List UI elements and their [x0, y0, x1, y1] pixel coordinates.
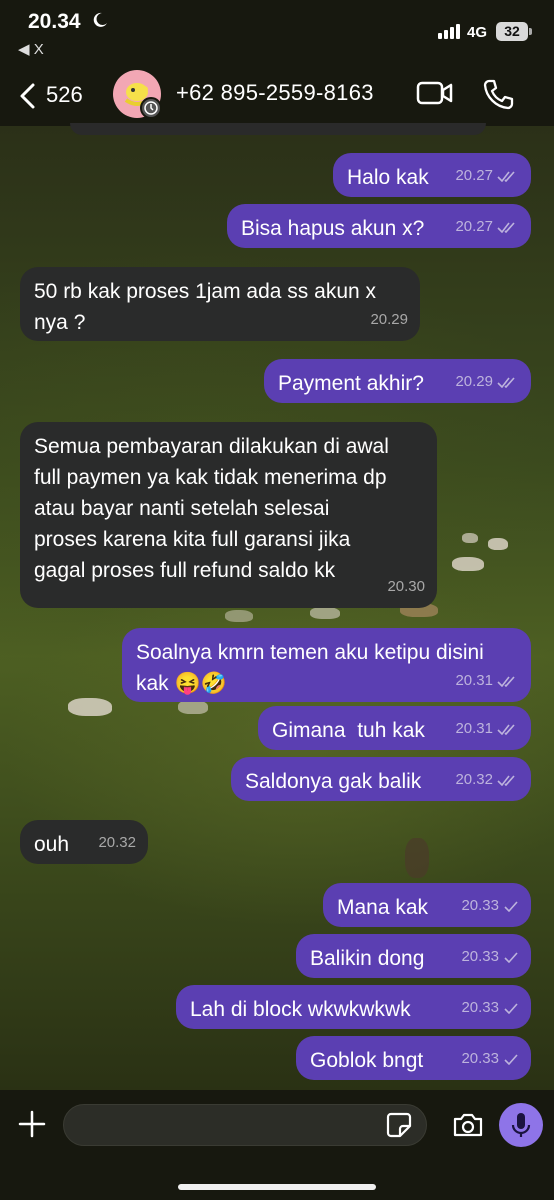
outgoing-message-bubble[interactable]: Gimana tuh kak 20.31	[258, 706, 531, 750]
message-time: 20.33	[461, 999, 499, 1016]
message-input[interactable]	[63, 1104, 427, 1146]
incoming-message-bubble[interactable]: 50 rb kak proses 1jam ada ss akun x nya …	[20, 267, 420, 341]
mic-button[interactable]	[499, 1103, 543, 1147]
double-check-icon	[497, 221, 515, 233]
contact-name[interactable]: +62 895-2559-8163	[176, 80, 374, 106]
sticker-icon[interactable]	[386, 1112, 412, 1138]
outgoing-message-bubble[interactable]: Saldonya gak balik 20.32	[231, 757, 531, 801]
signal-icon	[438, 24, 460, 39]
battery-icon: 32	[496, 22, 528, 41]
message-meta: 20.33	[461, 992, 519, 1023]
message-time: 20.29	[370, 311, 408, 328]
incoming-message-bubble[interactable]: ouh 20.32	[20, 820, 148, 864]
message-meta: 20.32	[455, 764, 519, 795]
outgoing-message-bubble[interactable]: Payment akhir? 20.29	[264, 359, 531, 403]
outgoing-message-bubble[interactable]: Mana kak 20.33	[323, 883, 531, 927]
message-meta: 20.30	[387, 571, 425, 602]
message-meta: 20.27	[455, 160, 519, 191]
network-type: 4G	[467, 24, 488, 41]
outgoing-message-bubble[interactable]: Soalnya kmrn temen aku ketipu disini kak…	[122, 628, 531, 702]
video-call-icon[interactable]	[416, 80, 454, 106]
check-icon	[504, 1053, 518, 1065]
outgoing-message-bubble[interactable]: Goblok bngt 20.33	[296, 1036, 531, 1080]
back-to-app-link[interactable]: ◀ X	[18, 40, 44, 58]
message-time: 20.27	[455, 167, 493, 184]
unread-count[interactable]: 526	[46, 82, 83, 108]
message-meta: 20.33	[461, 1043, 519, 1074]
message-time: 20.32	[98, 834, 136, 851]
home-indicator	[178, 1184, 376, 1190]
check-icon	[504, 1002, 518, 1014]
moon-icon	[93, 12, 107, 27]
double-check-icon	[497, 723, 515, 735]
message-time: 20.33	[461, 897, 499, 914]
chat-header: 526 +62 895-2559-8163	[0, 60, 554, 126]
message-meta: 20.29	[370, 304, 408, 335]
message-time: 20.32	[455, 771, 493, 788]
message-time: 20.31	[455, 720, 493, 737]
outgoing-message-bubble[interactable]: Lah di block wkwkwkwk 20.33	[176, 985, 531, 1029]
message-time: 20.27	[455, 218, 493, 235]
battery-tip	[529, 28, 532, 35]
message-list[interactable]: Halo kak 20.27 Bisa hapus akun x? 20.27 50 r…	[0, 123, 554, 1090]
back-chevron-icon[interactable]	[18, 82, 36, 110]
message-time: 20.29	[455, 373, 493, 390]
microphone-icon	[511, 1113, 531, 1137]
message-meta: 20.33	[461, 890, 519, 921]
message-meta: 20.31	[455, 665, 519, 696]
message-meta: 20.33	[461, 941, 519, 972]
double-check-icon	[497, 170, 515, 182]
check-icon	[504, 900, 518, 912]
message-time: 20.33	[461, 1050, 499, 1067]
previous-message-bubble	[70, 123, 486, 135]
double-check-icon	[497, 376, 515, 388]
camera-icon[interactable]	[452, 1112, 484, 1138]
outgoing-message-bubble[interactable]: Halo kak 20.27	[333, 153, 531, 197]
double-check-icon	[497, 774, 515, 786]
message-meta: 20.29	[455, 366, 519, 397]
message-time: 20.33	[461, 948, 499, 965]
check-icon	[504, 951, 518, 963]
incoming-message-bubble[interactable]: Semua pembayaran dilakukan di awal full …	[20, 422, 437, 608]
message-meta: 20.27	[455, 211, 519, 242]
double-check-icon	[497, 675, 515, 687]
message-time: 20.31	[455, 672, 493, 689]
clock-badge-icon	[140, 97, 162, 119]
message-meta: 20.32	[98, 827, 136, 858]
message-meta: 20.31	[455, 713, 519, 744]
phone-call-icon[interactable]	[482, 78, 514, 110]
outgoing-message-bubble[interactable]: Bisa hapus akun x? 20.27	[227, 204, 531, 248]
status-time: 20.34	[28, 10, 81, 33]
plus-icon[interactable]	[18, 1110, 46, 1138]
message-text: 50 rb kak proses 1jam ada ss akun x nya …	[34, 280, 377, 334]
outgoing-message-bubble[interactable]: Balikin dong 20.33	[296, 934, 531, 978]
message-text: Semua pembayaran dilakukan di awal full …	[34, 435, 389, 582]
status-bar: 20.34 ◀ X 4G 32	[0, 0, 554, 60]
message-time: 20.30	[387, 578, 425, 595]
